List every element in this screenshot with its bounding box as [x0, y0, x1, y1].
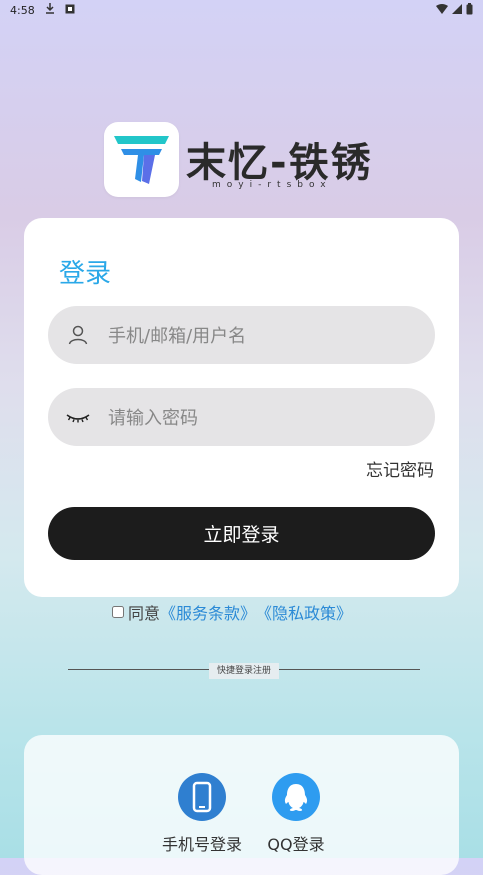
- divider-line-right: [279, 669, 420, 670]
- phone-login-circle: [178, 773, 226, 821]
- logo-subtitle: moyi-rtsbox: [212, 180, 332, 190]
- cell-signal-icon: [452, 4, 462, 14]
- battery-icon: [466, 3, 473, 15]
- qq-login-label: QQ登录: [267, 835, 325, 854]
- phone-icon: [192, 781, 212, 813]
- phone-login-label: 手机号登录: [161, 835, 242, 854]
- divider-line-left: [68, 669, 209, 670]
- login-button[interactable]: 立即登录: [48, 507, 435, 560]
- forgot-password-link[interactable]: 忘记密码: [366, 456, 434, 481]
- terms-link[interactable]: 《服务条款》: [160, 600, 256, 624]
- password-field[interactable]: [48, 388, 435, 448]
- qq-login-button[interactable]: QQ登录: [246, 773, 346, 855]
- login-card: 登录 忘记密码 立即登录: [24, 218, 459, 597]
- agree-checkbox[interactable]: [112, 606, 124, 618]
- quick-login-card: 手机号登录 QQ登录: [24, 735, 459, 875]
- logo-mark: [104, 122, 179, 197]
- app-logo: 末忆-铁锈 moyi-rtsbox: [104, 122, 384, 198]
- quick-login-divider-label: 快捷登录注册: [209, 663, 279, 679]
- password-input[interactable]: [106, 388, 420, 448]
- qq-login-circle: [272, 773, 320, 821]
- phone-login-button[interactable]: 手机号登录: [152, 773, 252, 855]
- notification-app-icon: [65, 4, 75, 14]
- eye-closed-icon[interactable]: [66, 405, 90, 429]
- privacy-link[interactable]: 《隐私政策》: [256, 600, 352, 624]
- agree-label: 同意: [128, 604, 161, 623]
- logo-t-icon: [114, 136, 169, 184]
- status-time: 4:58: [10, 4, 35, 17]
- user-icon: [68, 325, 88, 345]
- download-icon: [46, 3, 54, 14]
- status-bar: 4:58: [0, 0, 483, 20]
- login-title: 登录: [59, 259, 112, 289]
- wifi-icon: [436, 4, 448, 14]
- username-field[interactable]: [48, 306, 435, 366]
- username-input[interactable]: [106, 306, 420, 366]
- qq-icon: [284, 784, 308, 811]
- agreement-row: 同意 《服务条款》 《隐私政策》: [112, 600, 352, 624]
